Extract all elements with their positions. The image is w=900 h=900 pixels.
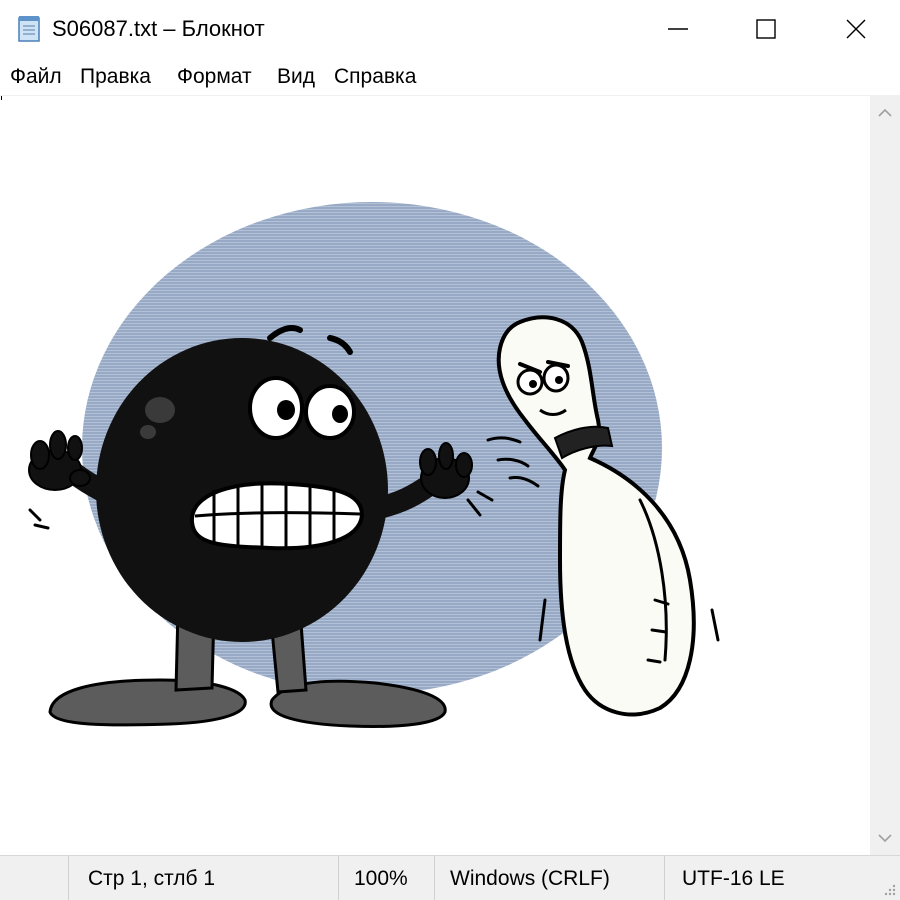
finger-hole [140, 425, 156, 439]
close-button[interactable] [810, 0, 900, 58]
scroll-down-button[interactable] [870, 821, 900, 855]
status-bar: Стр 1, стлб 1 100% Windows (CRLF) UTF-16… [0, 855, 900, 900]
minimize-icon [668, 28, 688, 30]
text-caret [1, 96, 2, 100]
menu-edit[interactable]: Правка [78, 64, 153, 90]
vertical-scrollbar[interactable] [870, 96, 900, 855]
scroll-up-button[interactable] [870, 96, 900, 130]
pin-pupil [555, 376, 563, 384]
maximize-button[interactable] [720, 0, 812, 58]
status-line-endings: Windows (CRLF) [450, 867, 610, 890]
status-encoding: UTF-16 LE [682, 867, 785, 890]
status-separator [68, 856, 69, 900]
menu-file[interactable]: Файл [8, 64, 64, 90]
status-separator [664, 856, 665, 900]
resize-grip-icon[interactable] [882, 882, 896, 896]
pupil [277, 400, 295, 420]
left-hand [28, 430, 91, 491]
menu-bar: Файл Правка Формат Вид Справка [0, 58, 900, 96]
bowling-cartoon-image [28, 202, 720, 728]
chevron-up-icon [878, 108, 892, 117]
status-zoom: 100% [354, 867, 408, 890]
left-shoe [48, 678, 247, 727]
minimize-button[interactable] [632, 0, 724, 58]
pupil [332, 405, 348, 423]
text-editor[interactable] [0, 96, 870, 855]
maximize-icon [756, 19, 776, 39]
title-bar: S06087.txt – Блокнот [0, 0, 900, 58]
menu-help[interactable]: Справка [332, 64, 418, 90]
finger-hole [145, 397, 175, 423]
notepad-icon [18, 16, 40, 42]
status-separator [338, 856, 339, 900]
pin-pupil [529, 380, 537, 388]
status-cursor-position: Стр 1, стлб 1 [88, 867, 216, 890]
window-title: S06087.txt – Блокнот [52, 16, 265, 41]
close-icon [846, 19, 866, 39]
menu-format[interactable]: Формат [175, 64, 254, 90]
menu-view[interactable]: Вид [275, 64, 317, 90]
chevron-down-icon [878, 834, 892, 843]
status-separator [434, 856, 435, 900]
